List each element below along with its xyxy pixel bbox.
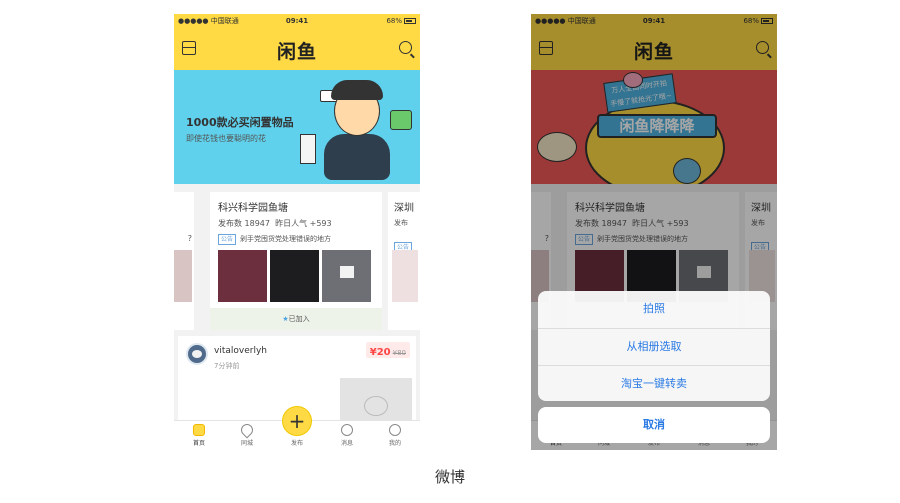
action-sheet: 拍照 从相册选取 淘宝一键转卖 <box>538 291 770 401</box>
battery-indicator: 68% <box>386 14 416 28</box>
tab-label: 发布 <box>290 440 303 447</box>
item-thumbnail <box>392 250 418 302</box>
post-count: 发布数 18947 <box>218 219 270 228</box>
banner-title: 1000款必买闲置物品 <box>186 116 294 129</box>
pond-stats: 发布数 18947 昨日人气 +593 <box>218 218 332 229</box>
nav-bar: 闲鱼 <box>174 28 420 70</box>
publish-button[interactable]: + <box>282 406 312 436</box>
feed-time: 7分钟前 <box>214 362 240 370</box>
carousel-dots <box>174 176 420 184</box>
tab-messages[interactable]: 消息 <box>330 424 364 447</box>
phone-screen-home: ●●●●● 中国联通 09:41 68% 闲鱼 1000款必买闲置物品 即使花钱… <box>174 14 420 450</box>
feed-username[interactable]: vitaloverlyh <box>214 346 267 356</box>
clock: 09:41 <box>285 17 309 25</box>
handbag-illustration <box>390 110 412 130</box>
location-icon <box>238 421 256 439</box>
battery-icon <box>404 18 416 24</box>
item-thumbnail[interactable] <box>270 250 319 302</box>
joined-status[interactable]: ★已加入 <box>210 314 382 324</box>
tab-label: 我的 <box>388 440 401 447</box>
character-hair-illustration <box>331 80 383 100</box>
price-badge: ¥20 ¥80 <box>365 342 410 358</box>
promo-banner[interactable]: 1000款必买闲置物品 即使花钱也要聪明的花 <box>174 70 420 184</box>
search-icon[interactable] <box>399 41 412 54</box>
battery-label: 68% <box>386 17 402 25</box>
notice-badge: 公告 <box>218 234 237 245</box>
pond-title: 科兴科学园鱼塘 <box>218 203 288 214</box>
cancel-button[interactable]: 取消 <box>538 407 770 443</box>
side-card-hint: ? <box>187 234 192 243</box>
tab-home[interactable]: 首页 <box>182 424 216 447</box>
chat-bubble-icon <box>341 424 353 436</box>
pond-carousel: ? 科兴科学园鱼塘 发布数 18947 昨日人气 +593 公告 剁手党囤货党处理… <box>174 184 420 330</box>
current-price: ¥20 <box>369 347 391 358</box>
avatar[interactable] <box>186 343 208 365</box>
home-icon <box>193 424 205 436</box>
phone-screen-action-sheet: ●●●●● 中国联通 09:41 68% 闲鱼 万人全国同时开拍 手慢了就抢光了哦… <box>531 14 777 450</box>
image-caption: 微博 <box>434 468 465 486</box>
banner-subtitle: 即使花钱也要聪明的花 <box>186 134 266 143</box>
take-photo-button[interactable]: 拍照 <box>538 291 770 327</box>
item-thumbnail[interactable] <box>218 250 267 302</box>
tab-label: 同城 <box>240 440 253 447</box>
choose-from-album-button[interactable]: 从相册选取 <box>538 328 770 364</box>
tab-label: 首页 <box>192 440 205 447</box>
tab-city[interactable]: 同城 <box>230 421 264 447</box>
pond-notice: 公告 剁手党囤货党处理错误的地方 <box>218 234 331 245</box>
joined-label: 已加入 <box>288 315 310 323</box>
taobao-resell-button[interactable]: 淘宝一键转卖 <box>538 365 770 401</box>
status-bar: ●●●●● 中国联通 09:41 68% <box>174 14 420 28</box>
tab-label: 消息 <box>340 440 353 447</box>
original-price: ¥80 <box>392 349 406 357</box>
item-thumbnail[interactable] <box>322 250 371 302</box>
app-logo: 闲鱼 <box>276 41 317 63</box>
item-thumbnail <box>174 250 192 302</box>
side-card-stat: 发布 <box>394 219 408 227</box>
pond-card-next[interactable]: 深圳 发布 公告 <box>388 192 420 330</box>
side-card-title: 深圳 <box>394 203 414 214</box>
notice-text: 剁手党囤货党处理错误的地方 <box>240 235 332 243</box>
popularity: 昨日人气 +593 <box>275 219 332 228</box>
pond-card-previous[interactable]: ? <box>174 192 194 330</box>
pond-card[interactable]: 科兴科学园鱼塘 发布数 18947 昨日人气 +593 公告 剁手党囤货党处理错误… <box>210 192 382 330</box>
tab-mine[interactable]: 我的 <box>378 424 412 447</box>
face-icon <box>389 424 401 436</box>
character-body-illustration <box>324 134 390 180</box>
fridge-illustration <box>300 134 316 164</box>
